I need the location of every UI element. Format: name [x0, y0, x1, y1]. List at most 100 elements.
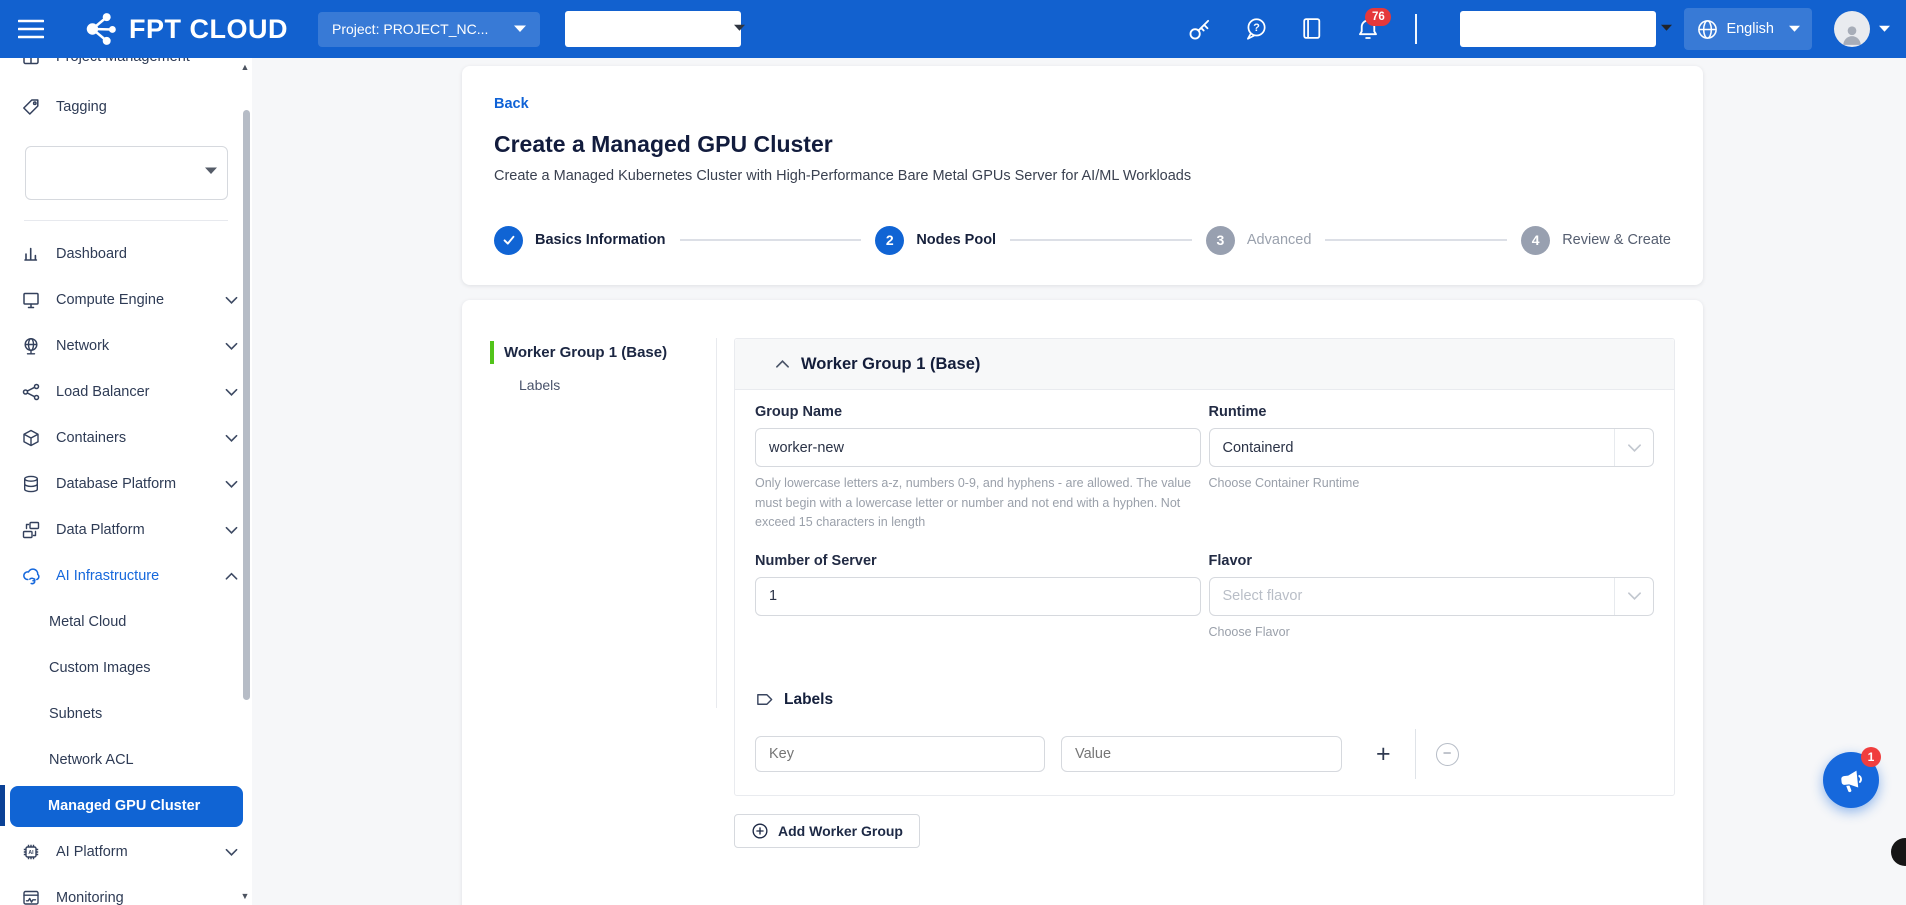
sidebar-subitem-metal-cloud[interactable]: Metal Cloud: [0, 599, 252, 645]
notifications-button[interactable]: 76: [1355, 16, 1381, 42]
content-column: Back Create a Managed GPU Cluster Create…: [462, 58, 1703, 905]
notification-badge: 76: [1365, 8, 1391, 26]
dashboard-icon: [21, 244, 41, 264]
labels-section-header: Labels: [755, 690, 1654, 709]
sidebar-item-monitoring[interactable]: Monitoring: [0, 875, 252, 905]
menu-icon[interactable]: [18, 19, 44, 39]
language-label: English: [1726, 21, 1774, 37]
sidebar: Project Management Tagging Dashboard Com…: [0, 58, 252, 905]
step-advanced[interactable]: 3 Advanced: [1206, 226, 1312, 255]
sidebar-subitem-custom-images[interactable]: Custom Images: [0, 645, 252, 691]
number-of-server-input[interactable]: [755, 577, 1201, 616]
step-nodes-pool[interactable]: 2 Nodes Pool: [875, 226, 996, 255]
flavor-placeholder: Select flavor: [1223, 588, 1303, 604]
monitoring-icon: [21, 888, 41, 905]
navbar-search-input[interactable]: [565, 11, 741, 47]
sidebar-item-tagging[interactable]: Tagging: [0, 84, 252, 130]
chevron-down-icon[interactable]: [1661, 24, 1672, 32]
group-name-help: Only lowercase letters a-z, numbers 0-9,…: [755, 474, 1201, 533]
worker-group-nav-labels[interactable]: Labels: [519, 377, 716, 393]
back-link[interactable]: Back: [494, 96, 529, 112]
chevron-down-icon: [225, 848, 238, 857]
fab-badge: 1: [1861, 747, 1881, 767]
runtime-help: Choose Container Runtime: [1209, 474, 1655, 494]
documentation-button[interactable]: [1299, 16, 1325, 42]
sidebar-item-ai-platform[interactable]: AI AI Platform: [0, 829, 252, 875]
step-basics-information[interactable]: Basics Information: [494, 226, 666, 255]
sidebar-subitem-managed-gpu-cluster-row: Managed GPU Cluster: [0, 783, 252, 829]
flavor-select[interactable]: Select flavor: [1209, 577, 1655, 616]
chevron-down-icon: [514, 25, 526, 33]
ai-cloud-icon: [21, 566, 41, 586]
chevron-down-icon: [225, 526, 238, 535]
step-label: Review & Create: [1562, 232, 1671, 248]
select-suffix: [1614, 429, 1653, 466]
announcements-fab[interactable]: 1: [1823, 752, 1879, 808]
worker-group-nav-item[interactable]: Worker Group 1 (Base): [490, 341, 716, 364]
top-navbar: FPT CLOUD Project: PROJECT_NC... ?: [0, 0, 1906, 58]
api-keys-button[interactable]: [1187, 16, 1213, 42]
fpt-cloud-logo[interactable]: FPT CLOUD: [82, 10, 288, 48]
sidebar-item-label: Tagging: [56, 99, 107, 115]
key-icon: [1187, 16, 1213, 42]
navbar-right-group: ? 76 English: [1187, 8, 1906, 50]
sidebar-item-label: Load Balancer: [56, 384, 150, 400]
remove-label-button[interactable]: −: [1436, 743, 1459, 766]
sidebar-scrollbar[interactable]: [243, 110, 250, 700]
sidebar-item-label: Project Management: [56, 58, 190, 65]
sidebar-subitem-managed-gpu-cluster[interactable]: Managed GPU Cluster: [10, 786, 243, 827]
scrollbar-down-arrow[interactable]: ▼: [240, 891, 250, 901]
plus-circle-icon: [751, 822, 769, 840]
chevron-down-icon: [225, 296, 238, 305]
sidebar-item-label: Dashboard: [56, 246, 127, 262]
step-number-circle: 3: [1206, 226, 1235, 255]
sidebar-divider: [24, 220, 228, 221]
project-selector-button[interactable]: Project: PROJECT_NC...: [318, 12, 540, 47]
step-review-create[interactable]: 4 Review & Create: [1521, 226, 1671, 255]
step-connector: [1325, 239, 1507, 241]
sidebar-item-network[interactable]: Network: [0, 323, 252, 369]
sidebar-item-database-platform[interactable]: Database Platform: [0, 461, 252, 507]
sidebar-item-dashboard[interactable]: Dashboard: [0, 231, 252, 277]
nodes-pool-card: Worker Group 1 (Base) Labels Worker Grou…: [462, 300, 1703, 905]
worker-group-panel-header[interactable]: Worker Group 1 (Base): [735, 339, 1674, 390]
runtime-select[interactable]: Containerd: [1209, 428, 1655, 467]
add-worker-group-button[interactable]: Add Worker Group: [734, 814, 920, 848]
svg-text:AI: AI: [28, 850, 34, 856]
add-worker-group-label: Add Worker Group: [778, 823, 903, 839]
chevron-down-icon: [225, 342, 238, 351]
chevron-down-icon: [225, 480, 238, 489]
sidebar-subitem-network-acl[interactable]: Network ACL: [0, 737, 252, 783]
worker-group-panel-body: Group Name Only lowercase letters a-z, n…: [735, 390, 1674, 795]
wizard-stepper: Basics Information 2 Nodes Pool 3 Advanc…: [494, 225, 1671, 255]
group-name-input[interactable]: [755, 428, 1201, 467]
cube-icon: [21, 428, 41, 448]
add-label-button[interactable]: +: [1376, 742, 1391, 767]
group-name-label: Group Name: [755, 404, 1201, 420]
sidebar-context-select[interactable]: [25, 146, 228, 200]
sidebar-item-ai-infrastructure[interactable]: AI Infrastructure: [0, 553, 252, 599]
sidebar-item-containers[interactable]: Containers: [0, 415, 252, 461]
sidebar-item-data-platform[interactable]: Data Platform: [0, 507, 252, 553]
scrollbar-up-arrow[interactable]: ▲: [240, 62, 250, 72]
support-button[interactable]: ?: [1243, 16, 1269, 42]
ai-chip-icon: AI: [21, 842, 41, 862]
label-tag-icon: [755, 690, 774, 709]
label-key-input[interactable]: [755, 736, 1045, 772]
label-value-input[interactable]: [1061, 736, 1342, 772]
avatar: [1834, 11, 1870, 47]
sidebar-item-project-management[interactable]: Project Management: [0, 58, 252, 80]
language-button[interactable]: English: [1684, 8, 1812, 50]
navbar-filter-input[interactable]: [1460, 11, 1656, 47]
page-title: Create a Managed GPU Cluster: [494, 130, 1671, 158]
account-menu[interactable]: [1834, 11, 1890, 47]
chevron-down-icon: [1789, 25, 1800, 33]
sidebar-item-compute-engine[interactable]: Compute Engine: [0, 277, 252, 323]
chevron-down-icon: [225, 434, 238, 443]
chevron-down-icon[interactable]: [734, 24, 745, 32]
sidebar-subitem-subnets[interactable]: Subnets: [0, 691, 252, 737]
sidebar-item-label: AI Infrastructure: [56, 568, 159, 584]
sidebar-item-load-balancer[interactable]: Load Balancer: [0, 369, 252, 415]
collapse-chevron-up-icon: [775, 359, 790, 369]
database-icon: [21, 474, 41, 494]
